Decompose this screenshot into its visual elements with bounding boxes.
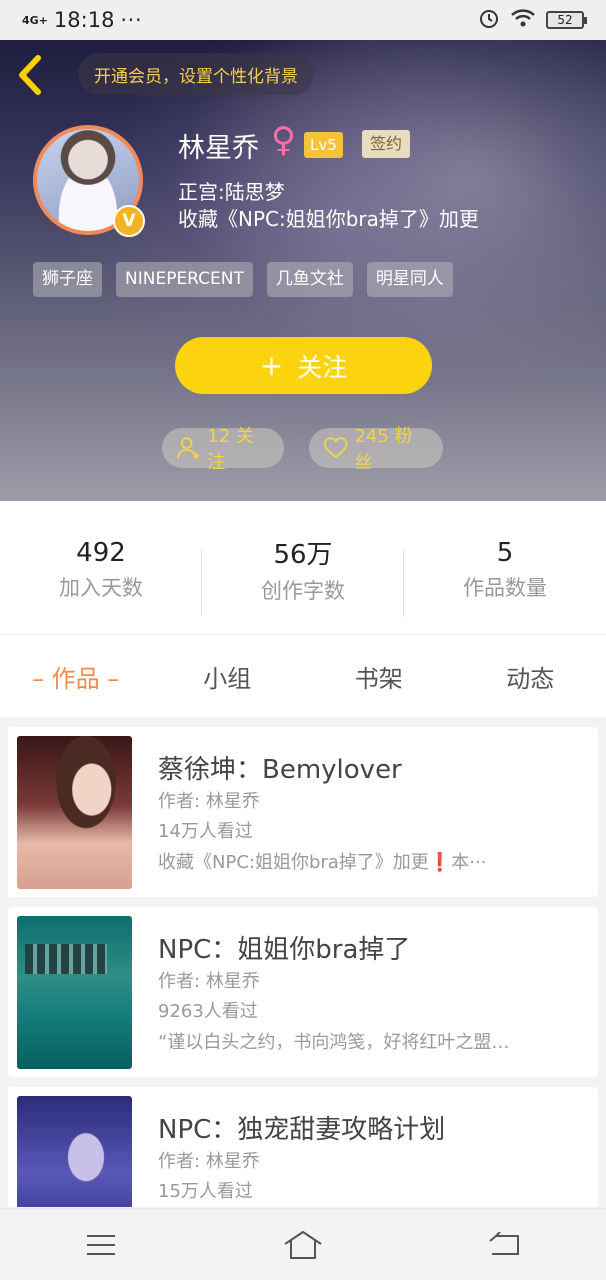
stat-label: 作品数量 [463, 575, 547, 600]
menu-icon [87, 1234, 115, 1255]
work-views: 15万人看过 [158, 1181, 253, 1202]
tab-activity[interactable]: 动态 [455, 659, 606, 694]
menu-button[interactable] [71, 1225, 131, 1265]
alarm-icon [478, 7, 500, 34]
work-views: 9263人看过 [158, 1001, 258, 1022]
vip-banner[interactable]: 开通会员，设置个性化背景 [78, 53, 314, 95]
work-cover-image [17, 736, 132, 889]
battery-icon: 52 [546, 11, 587, 29]
work-author: 作者: 林星乔 [158, 791, 260, 812]
tab-works[interactable]: – 作品 – [0, 659, 152, 694]
return-icon [489, 1231, 519, 1255]
work-title: NPC：独宠甜妻攻略计划 [158, 1115, 446, 1145]
user-add-icon [176, 437, 200, 459]
work-views: 14万人看过 [158, 821, 253, 842]
user-bio-line-2: 收藏《NPC:姐姐你bra掉了》加更 [178, 207, 479, 231]
work-title: 蔡徐坤：Bemylover [158, 755, 402, 785]
stat-label: 加入天数 [59, 575, 143, 600]
back-nav-button[interactable] [475, 1225, 535, 1265]
wifi-icon [510, 8, 536, 33]
plus-icon: + [259, 349, 284, 382]
stat-value: 56万 [273, 540, 333, 570]
system-nav-bar [0, 1208, 606, 1280]
user-bio-line-1: 正宫:陆思梦 [178, 180, 285, 204]
network-indicator: 4G+ [22, 13, 48, 27]
work-author: 作者: 林星乔 [158, 1151, 260, 1172]
status-bar: 4G+ 18:18 ··· 52 [0, 0, 606, 40]
work-card[interactable]: NPC：姐姐你bra掉了 作者: 林星乔 9263人看过 “谨以白头之约，书向鸿… [8, 907, 598, 1077]
profile-tabs: – 作品 – 小组 书架 动态 [0, 635, 606, 717]
work-cover-image [17, 1096, 132, 1207]
tag-item[interactable]: 狮子座 [33, 262, 102, 297]
user-name: 林星乔 [178, 133, 259, 164]
verified-badge: V [113, 205, 145, 237]
tab-bookshelf[interactable]: 书架 [303, 659, 455, 694]
stat-value: 5 [496, 537, 514, 568]
stat-join-days: 492 加入天数 [0, 501, 202, 634]
back-button[interactable] [14, 54, 48, 96]
stats-bar: 492 加入天数 56万 创作字数 5 作品数量 [0, 501, 606, 635]
following-count-button[interactable]: 12 关注 [162, 426, 284, 473]
follow-button-label: 关注 [297, 352, 348, 382]
tab-groups[interactable]: 小组 [152, 659, 304, 694]
more-notifications-icon: ··· [120, 8, 143, 32]
signed-badge: 签约 [362, 130, 411, 158]
fans-count: 245 粉丝 [354, 426, 413, 473]
stat-label: 创作字数 [261, 579, 345, 603]
work-title: NPC：姐姐你bra掉了 [158, 935, 411, 965]
work-description: 收藏《NPC:姐姐你bra掉了》加更❗本··· [158, 852, 487, 873]
home-button[interactable] [273, 1225, 333, 1265]
work-card[interactable]: NPC：独宠甜妻攻略计划 作者: 林星乔 15万人看过 [8, 1087, 598, 1207]
work-author: 作者: 林星乔 [158, 971, 260, 992]
tag-item[interactable]: 几鱼文社 [266, 262, 353, 297]
stat-word-count: 56万 创作字数 [202, 501, 404, 634]
level-badge: Lv5 [304, 132, 343, 158]
tag-item[interactable]: 明星同人 [366, 262, 453, 297]
fans-count-button[interactable]: 245 粉丝 [309, 426, 443, 473]
chevron-left-icon [19, 55, 41, 95]
following-count: 12 关注 [207, 426, 254, 473]
works-list: 蔡徐坤：Bemylover 作者: 林星乔 14万人看过 收藏《NPC:姐姐你b… [0, 717, 606, 1207]
work-description: “谨以白头之约，书向鸿笺，好将红叶之盟… [158, 1032, 510, 1053]
tag-list: 狮子座 NINEPERCENT 几鱼文社 明星同人 [33, 262, 453, 297]
profile-header: 开通会员，设置个性化背景 V 林星乔 ♀ Lv5 签约 正宫:陆思梦 收藏《NP… [0, 40, 606, 501]
female-icon: ♀ [271, 120, 296, 160]
follow-button[interactable]: + 关注 [175, 337, 432, 394]
clock: 18:18 [53, 8, 115, 32]
tag-item[interactable]: NINEPERCENT [116, 262, 253, 297]
heart-icon [323, 437, 348, 458]
stat-value: 492 [76, 537, 126, 568]
home-icon [284, 1230, 322, 1259]
work-cover-image [17, 916, 132, 1069]
work-card[interactable]: 蔡徐坤：Bemylover 作者: 林星乔 14万人看过 收藏《NPC:姐姐你b… [8, 727, 598, 897]
stat-work-count: 5 作品数量 [404, 501, 606, 634]
